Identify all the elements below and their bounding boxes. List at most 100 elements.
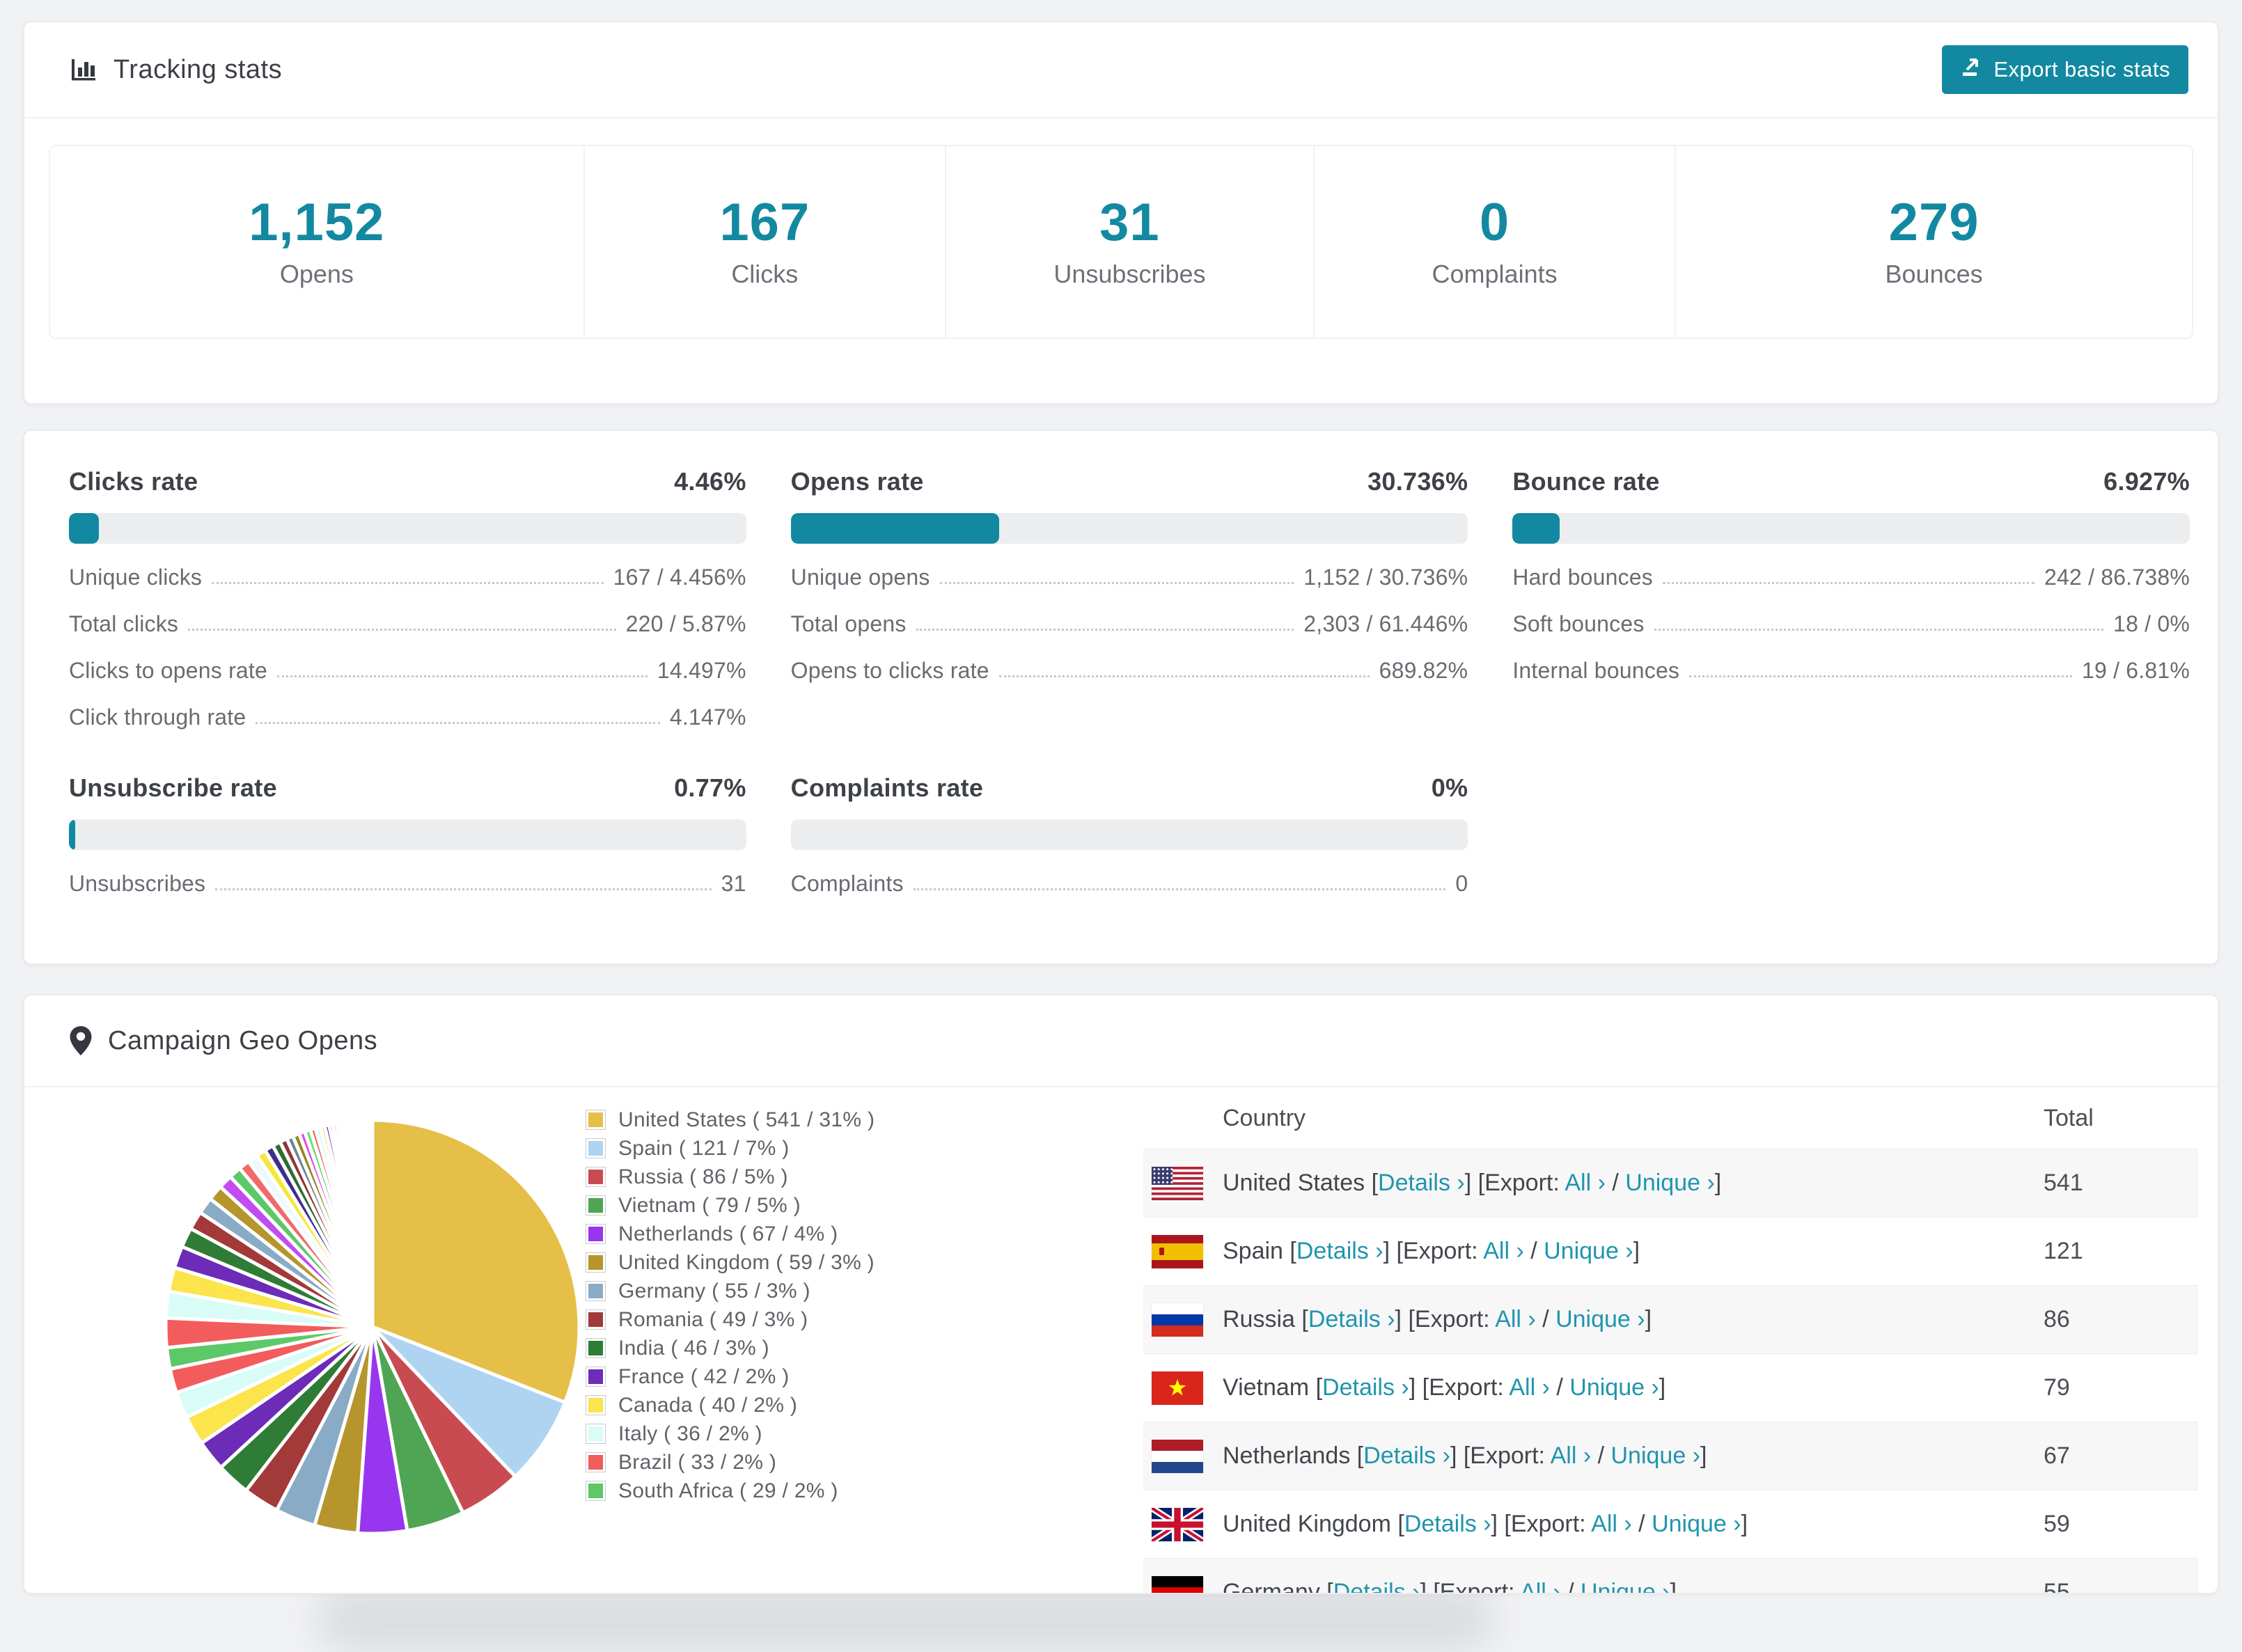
- dotted-leader: [939, 582, 1294, 584]
- dotted-leader: [256, 722, 660, 724]
- export-all-link[interactable]: All ›: [1591, 1511, 1632, 1537]
- rate-row: Total clicks 220 / 5.87%: [69, 611, 746, 637]
- country-cell: Spain [Details ›] [Export: All › / Uniqu…: [1223, 1238, 1640, 1264]
- rate-row: Unique clicks 167 / 4.456%: [69, 565, 746, 590]
- details-link[interactable]: Details ›: [1333, 1579, 1420, 1593]
- legend-swatch: [586, 1309, 606, 1330]
- legend-item-netherlands: Netherlands ( 67 / 4% ): [586, 1220, 980, 1248]
- dotted-leader: [212, 582, 604, 584]
- legend-item-spain: Spain ( 121 / 7% ): [586, 1134, 980, 1163]
- rate-row: Click through rate 4.147%: [69, 705, 746, 730]
- flag-nl-icon: [1143, 1439, 1223, 1473]
- rate-row-value: 689.82%: [1379, 658, 1468, 683]
- rate-title: Clicks rate: [69, 467, 198, 496]
- export-unique-link[interactable]: Unique ›: [1652, 1511, 1741, 1537]
- details-link[interactable]: Details ›: [1378, 1170, 1465, 1196]
- flag-ru-icon: [1143, 1303, 1223, 1337]
- table-row-netherlands: Netherlands [Details ›] [Export: All › /…: [1143, 1422, 2198, 1490]
- details-link[interactable]: Details ›: [1322, 1374, 1409, 1401]
- stat-cell-bounces: 279 Bounces: [1675, 146, 2192, 338]
- export-unique-link[interactable]: Unique ›: [1544, 1238, 1633, 1264]
- page-bottom-shadow: [317, 1586, 1494, 1652]
- stat-label: Unsubscribes: [1053, 260, 1206, 288]
- legend-swatch: [586, 1110, 606, 1130]
- export-unique-link[interactable]: Unique ›: [1611, 1442, 1701, 1469]
- rate-value: 0.77%: [674, 773, 746, 802]
- flag-de-icon: [1143, 1575, 1223, 1593]
- dotted-leader: [998, 675, 1370, 677]
- geo-country-table: Country Total United States [Details ›] …: [1143, 1087, 2198, 1594]
- legend-swatch: [586, 1452, 606, 1472]
- export-unique-link[interactable]: Unique ›: [1569, 1374, 1659, 1401]
- export-label: Export:: [1439, 1579, 1515, 1594]
- rate-head: Unsubscribe rate 0.77%: [69, 773, 746, 803]
- rate-progress-fill: [790, 513, 999, 544]
- stat-cell-opens: 1,152 Opens: [50, 146, 583, 338]
- export-all-link[interactable]: All ›: [1483, 1238, 1524, 1264]
- rate-head: Opens rate 30.736%: [791, 467, 1468, 496]
- rate-row-value: 14.497%: [657, 658, 746, 683]
- rate-row: Unique opens 1,152 / 30.736%: [791, 565, 1468, 590]
- export-unique-link[interactable]: Unique ›: [1581, 1579, 1670, 1593]
- rate-row-label: Internal bounces: [1512, 658, 1680, 683]
- dotted-leader: [1662, 582, 2035, 584]
- tracking-stats-header: Tracking stats Export basic stats: [24, 22, 2218, 118]
- country-cell: Russia [Details ›] [Export: All › / Uniq…: [1223, 1306, 1652, 1332]
- export-all-link[interactable]: All ›: [1495, 1306, 1536, 1332]
- rate-row-value: 4.147%: [669, 705, 746, 730]
- export-unique-link[interactable]: Unique ›: [1555, 1306, 1645, 1332]
- legend-swatch: [586, 1481, 606, 1501]
- export-label: Export:: [1414, 1306, 1490, 1332]
- country-name: United Kingdom: [1223, 1511, 1391, 1537]
- rate-row-label: Unsubscribes: [69, 871, 206, 896]
- legend-item-united-kingdom: United Kingdom ( 59 / 3% ): [586, 1248, 980, 1277]
- flag-gb-icon: [1143, 1507, 1223, 1541]
- summary-stats-group: 1,152 Opens 167 Clicks 31 Unsubscribes 0 Co…: [49, 145, 2193, 339]
- legend-label: Italy ( 36 / 2% ): [618, 1422, 762, 1445]
- country-total: 86: [2044, 1306, 2070, 1332]
- dotted-leader: [1689, 675, 2072, 677]
- dotted-leader: [1654, 629, 2104, 631]
- rate-row-label: Total opens: [790, 611, 907, 636]
- rate-progress-fill: [1512, 513, 1560, 544]
- country-name: Russia: [1223, 1306, 1295, 1332]
- country-total: 541: [2044, 1170, 2083, 1196]
- export-unique-link[interactable]: Unique ›: [1625, 1170, 1715, 1196]
- rate-title: Bounce rate: [1512, 467, 1660, 496]
- tracking-stats-card: Tracking stats Export basic stats 1,152 …: [23, 21, 2219, 404]
- geo-pie-chart: [24, 1087, 586, 1543]
- rate-row-label: Click through rate: [69, 705, 246, 730]
- country-cell: United States [Details ›] [Export: All ›…: [1223, 1170, 1722, 1196]
- rates-card: Clicks rate 4.46% Unique clicks 167 / 4.…: [23, 430, 2219, 965]
- details-link[interactable]: Details ›: [1363, 1442, 1450, 1469]
- country-cell: Germany [Details ›] [Export: All › / Uni…: [1223, 1579, 2044, 1594]
- country-name: Netherlands: [1223, 1442, 1351, 1469]
- table-row-russia: Russia [Details ›] [Export: All › / Uniq…: [1143, 1285, 2198, 1353]
- details-link[interactable]: Details ›: [1308, 1306, 1395, 1332]
- country-total: 55: [2044, 1579, 2070, 1594]
- country-column-header: Country: [1223, 1104, 1306, 1131]
- pie-slice-other-47: [370, 1118, 375, 1329]
- details-link[interactable]: Details ›: [1296, 1238, 1383, 1264]
- stat-value: 31: [1099, 193, 1160, 252]
- rate-progress-bar: [790, 513, 1468, 544]
- rate-row: Soft bounces 18 / 0%: [1512, 611, 2190, 637]
- table-row-germany: Germany [Details ›] [Export: All › / Uni…: [1143, 1558, 2198, 1594]
- rate-row-label: Hard bounces: [1512, 565, 1653, 590]
- details-link[interactable]: Details ›: [1404, 1511, 1491, 1537]
- export-all-link[interactable]: All ›: [1551, 1442, 1592, 1469]
- export-all-link[interactable]: All ›: [1565, 1170, 1606, 1196]
- rate-row-label: Unique clicks: [69, 565, 203, 590]
- export-basic-stats-button[interactable]: Export basic stats: [1942, 45, 2188, 94]
- export-all-link[interactable]: All ›: [1509, 1374, 1550, 1401]
- rate-row: Clicks to opens rate 14.497%: [69, 658, 746, 684]
- rate-row: Total opens 2,303 / 61.446%: [791, 611, 1468, 637]
- legend-label: Netherlands ( 67 / 4% ): [618, 1222, 838, 1245]
- legend-label: South Africa ( 29 / 2% ): [618, 1479, 838, 1502]
- rate-progress-bar: [69, 819, 746, 850]
- rate-title: Unsubscribe rate: [69, 773, 277, 802]
- export-all-link[interactable]: All ›: [1520, 1579, 1561, 1593]
- legend-swatch: [586, 1252, 606, 1273]
- dotted-leader: [277, 675, 648, 677]
- stat-value: 0: [1479, 193, 1510, 252]
